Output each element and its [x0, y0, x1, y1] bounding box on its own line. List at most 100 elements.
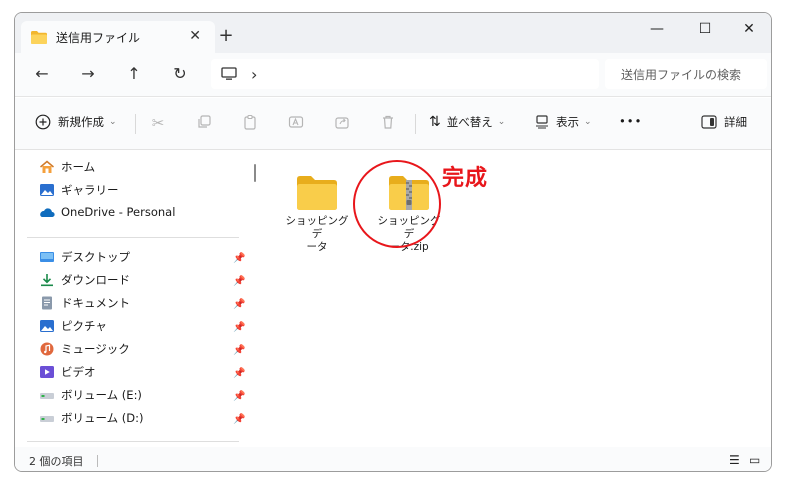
- refresh-button[interactable]: ↻: [169, 65, 191, 83]
- rename-icon[interactable]: [287, 114, 305, 132]
- sidebar-item-label: ドキュメント: [61, 296, 130, 310]
- folder-icon: [295, 175, 339, 211]
- sidebar-item-home[interactable]: ホーム: [39, 159, 95, 175]
- drive-icon: [39, 411, 55, 425]
- sidebar-item-label: ダウンロード: [61, 273, 130, 287]
- divider: [415, 114, 416, 134]
- desktop-icon: [39, 250, 55, 264]
- view-button[interactable]: 表示 ⌄: [535, 114, 592, 130]
- pin-icon[interactable]: 📌: [233, 345, 245, 356]
- chevron-down-icon: ⌄: [497, 117, 506, 127]
- sort-label: 並べ替え: [446, 115, 493, 129]
- sidebar-item-downloads[interactable]: ダウンロード: [39, 272, 130, 288]
- title-bar: 送信用ファイル ✕ + — ☐ ✕: [15, 13, 771, 53]
- sidebar-divider: [27, 441, 239, 442]
- sidebar-item-label: OneDrive - Personal: [61, 205, 176, 219]
- tiles-view-icon[interactable]: ▭: [749, 453, 760, 467]
- item-count: 2 個の項目: [29, 455, 84, 468]
- sort-button[interactable]: ⇅ 並べ替え ⌄: [429, 114, 505, 130]
- sidebar-item-label: ミュージック: [61, 342, 130, 356]
- paste-icon[interactable]: [241, 114, 259, 132]
- view-icon: [535, 115, 549, 129]
- sidebar-item-label: ボリューム (D:): [61, 411, 144, 425]
- view-label: 表示: [556, 115, 579, 129]
- tab-active[interactable]: 送信用ファイル ✕: [21, 21, 215, 53]
- sidebar-item-label: ビデオ: [61, 365, 96, 379]
- sidebar-item-label: ギャラリー: [61, 183, 119, 197]
- pin-icon[interactable]: 📌: [233, 368, 245, 379]
- status-bar: 2 個の項目 ☰ ▭: [15, 447, 771, 471]
- sidebar-item-desktop[interactable]: デスクトップ: [39, 249, 130, 265]
- details-pane-button[interactable]: 詳細: [701, 114, 747, 130]
- document-icon: [39, 296, 55, 310]
- music-icon: [39, 342, 55, 356]
- pin-icon[interactable]: 📌: [233, 299, 245, 310]
- drive-icon: [39, 388, 55, 402]
- folder-icon: [31, 30, 47, 44]
- address-bar[interactable]: ›: [211, 59, 599, 89]
- annotation-text: 完成: [442, 166, 489, 191]
- pin-icon[interactable]: 📌: [233, 391, 245, 402]
- new-label: 新規作成: [58, 115, 104, 129]
- sort-icon: ⇅: [429, 114, 441, 130]
- sidebar-item-music[interactable]: ミュージック: [39, 341, 130, 357]
- back-button[interactable]: ←: [31, 65, 53, 83]
- pin-icon[interactable]: 📌: [233, 414, 245, 425]
- file-list: ショッピングデ ータ ショッピングデ ータ.zip: [261, 151, 771, 447]
- status-divider: [97, 455, 98, 467]
- pin-icon[interactable]: 📌: [233, 276, 245, 287]
- maximize-button[interactable]: ☐: [685, 21, 725, 37]
- sidebar-item-onedrive[interactable]: OneDrive - Personal: [39, 205, 175, 219]
- new-button[interactable]: 新規作成 ⌄: [35, 114, 117, 130]
- address-chevron-icon[interactable]: ›: [251, 65, 257, 84]
- sidebar-item-volume-e[interactable]: ボリューム (E:): [39, 387, 142, 403]
- tab-close-icon[interactable]: ✕: [189, 28, 201, 44]
- tab-title: 送信用ファイル: [56, 30, 141, 45]
- divider: [135, 114, 136, 134]
- search-input[interactable]: 送信用ファイルの検索: [605, 59, 767, 89]
- details-label: 詳細: [724, 115, 747, 129]
- copy-icon[interactable]: [195, 114, 213, 132]
- new-tab-button[interactable]: +: [214, 27, 238, 45]
- cut-icon[interactable]: ✂: [149, 114, 167, 132]
- sidebar-scrollbar[interactable]: [254, 164, 256, 182]
- command-bar: 新規作成 ⌄ ✂ ⇅ 並べ替え ⌄ 表示 ⌄ ••• 詳細: [15, 98, 771, 150]
- up-button[interactable]: ↑: [123, 65, 145, 83]
- navigation-pane: ホーム ギャラリー OneDrive - Personal デスクトップ 📌 ダ…: [15, 151, 253, 447]
- sidebar-item-label: ピクチャ: [61, 319, 107, 333]
- onedrive-icon: [39, 205, 55, 219]
- pin-icon[interactable]: 📌: [233, 253, 245, 264]
- address-row: ← → ↑ ↻ › 送信用ファイルの検索: [15, 53, 771, 97]
- file-name: ショッピングデ ータ: [285, 215, 349, 253]
- pictures-icon: [39, 319, 55, 333]
- sidebar-divider: [27, 237, 239, 238]
- sidebar-item-label: デスクトップ: [61, 250, 130, 264]
- details-pane-icon: [701, 115, 717, 129]
- chevron-down-icon: ⌄: [584, 117, 592, 127]
- sidebar-item-documents[interactable]: ドキュメント: [39, 295, 130, 311]
- sidebar-item-label: ホーム: [61, 160, 96, 174]
- annotation-circle: [353, 160, 441, 248]
- more-options-button[interactable]: •••: [619, 114, 642, 128]
- chevron-down-icon: ⌄: [109, 117, 117, 127]
- details-view-icon[interactable]: ☰: [729, 453, 740, 467]
- delete-icon[interactable]: [379, 114, 397, 132]
- search-placeholder: 送信用ファイルの検索: [621, 67, 742, 82]
- share-icon[interactable]: [333, 114, 351, 132]
- gallery-icon: [39, 183, 55, 197]
- computer-icon: [221, 67, 237, 81]
- plus-circle-icon: [35, 114, 51, 130]
- sidebar-item-volume-d[interactable]: ボリューム (D:): [39, 410, 144, 426]
- video-icon: [39, 365, 55, 379]
- file-item-folder[interactable]: ショッピングデ ータ: [285, 175, 349, 254]
- sidebar-item-pictures[interactable]: ピクチャ: [39, 318, 107, 334]
- sidebar-item-label: ボリューム (E:): [61, 388, 142, 402]
- sidebar-item-videos[interactable]: ビデオ: [39, 364, 96, 380]
- pin-icon[interactable]: 📌: [233, 322, 245, 333]
- home-icon: [39, 160, 55, 174]
- sidebar-item-gallery[interactable]: ギャラリー: [39, 182, 119, 198]
- forward-button[interactable]: →: [77, 65, 99, 83]
- minimize-button[interactable]: —: [637, 21, 677, 37]
- download-icon: [39, 273, 55, 287]
- close-window-button[interactable]: ✕: [729, 21, 769, 37]
